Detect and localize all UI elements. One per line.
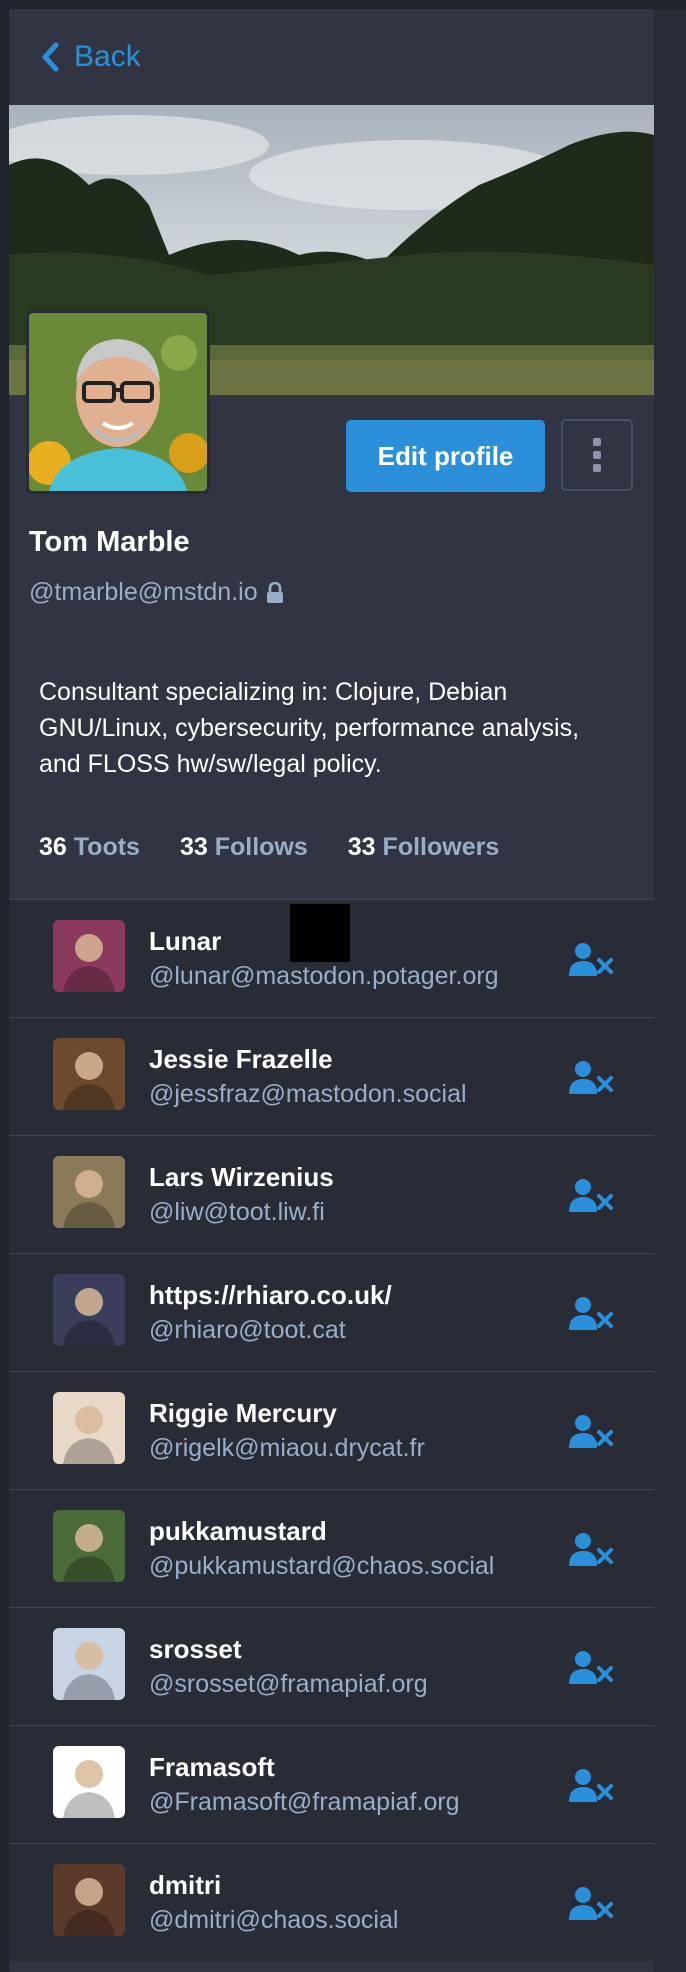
- account-handle: @rhiaro@toot.cat: [149, 1316, 346, 1344]
- list-item[interactable]: srosset @srosset@framapiaf.org: [9, 1607, 654, 1725]
- account-display-name[interactable]: pukkamustard: [149, 1516, 327, 1547]
- account-handle: @lunar@mastodon.potager.org: [149, 962, 499, 990]
- avatar-image: [53, 920, 125, 992]
- account-display-name[interactable]: srosset: [149, 1634, 242, 1665]
- unfollow-icon[interactable]: [569, 1296, 613, 1330]
- followers-value: 33: [347, 833, 376, 861]
- list-item[interactable]: pukkamustard @pukkamustard@chaos.social: [9, 1489, 654, 1607]
- list-item[interactable]: dmitri @dmitri@chaos.social: [9, 1843, 654, 1961]
- redaction-box: [290, 904, 350, 962]
- account-handle: @srosset@framapiaf.org: [149, 1670, 428, 1698]
- follows-count[interactable]: 33 Follows: [180, 833, 308, 862]
- back-button[interactable]: Back: [40, 32, 141, 82]
- more-options-button[interactable]: [561, 419, 633, 491]
- unfollow-icon[interactable]: [569, 1414, 613, 1448]
- avatar-image: [53, 1510, 125, 1582]
- following-list: Lunar @lunar@mastodon.potager.org Jessie F…: [9, 899, 654, 1961]
- avatar-image: [53, 1392, 125, 1464]
- account-handle: @jessfraz@mastodon.social: [149, 1080, 467, 1108]
- profile-avatar[interactable]: [26, 310, 210, 494]
- unfollow-icon[interactable]: [569, 942, 613, 976]
- account-display-name[interactable]: https://rhiaro.co.uk/: [149, 1280, 392, 1311]
- follows-label: Follows: [214, 833, 308, 861]
- list-item[interactable]: Jessie Frazelle @jessfraz@mastodon.social: [9, 1017, 654, 1135]
- account-avatar[interactable]: [53, 1392, 125, 1464]
- kebab-dot-icon: [593, 451, 601, 459]
- followers-label: Followers: [382, 833, 500, 861]
- list-item[interactable]: Riggie Mercury @rigelk@miaou.drycat.fr: [9, 1371, 654, 1489]
- account-avatar[interactable]: [53, 920, 125, 992]
- list-item[interactable]: https://rhiaro.co.uk/ @rhiaro@toot.cat: [9, 1253, 654, 1371]
- account-avatar[interactable]: [53, 1628, 125, 1700]
- toots-count[interactable]: 36 Toots: [39, 833, 140, 862]
- lock-icon: [266, 581, 283, 603]
- avatar-image: [53, 1628, 125, 1700]
- account-handle: @liw@toot.liw.fi: [149, 1198, 325, 1226]
- account-handle: @rigelk@miaou.drycat.fr: [149, 1434, 425, 1462]
- unfollow-icon[interactable]: [569, 1532, 613, 1566]
- account-display-name[interactable]: Lunar: [149, 926, 221, 957]
- unfollow-icon[interactable]: [569, 1060, 613, 1094]
- chevron-left-icon: [42, 42, 59, 72]
- account-handle: @Framasoft@framapiaf.org: [149, 1788, 460, 1816]
- list-item[interactable]: Framasoft @Framasoft@framapiaf.org: [9, 1725, 654, 1843]
- avatar-image: [53, 1038, 125, 1110]
- account-display-name[interactable]: Jessie Frazelle: [149, 1044, 333, 1075]
- profile-counts: 36 Toots 33 Follows 33 Followers: [39, 833, 499, 862]
- account-handle: @tmarble@mstdn.io: [29, 578, 284, 607]
- top-edge: [0, 0, 686, 9]
- account-display-name[interactable]: dmitri: [149, 1870, 221, 1901]
- edit-profile-button[interactable]: Edit profile: [346, 420, 545, 492]
- unfollow-icon[interactable]: [569, 1178, 613, 1212]
- unfollow-icon[interactable]: [569, 1886, 613, 1920]
- unfollow-icon[interactable]: [569, 1768, 613, 1802]
- toots-label: Toots: [73, 833, 140, 861]
- profile-bio: Consultant specializing in: Clojure, Deb…: [39, 678, 580, 778]
- account-display-name[interactable]: Lars Wirzenius: [149, 1162, 334, 1193]
- account-display-name[interactable]: Framasoft: [149, 1752, 275, 1783]
- account-avatar[interactable]: [53, 1274, 125, 1346]
- account-avatar[interactable]: [53, 1038, 125, 1110]
- account-avatar[interactable]: [53, 1864, 125, 1936]
- toots-value: 36: [39, 833, 67, 861]
- account-avatar[interactable]: [53, 1510, 125, 1582]
- list-item[interactable]: Lars Wirzenius @liw@toot.liw.fi: [9, 1135, 654, 1253]
- kebab-dot-icon: [593, 438, 601, 446]
- account-handle: @pukkamustard@chaos.social: [149, 1552, 495, 1580]
- avatar-image: [53, 1746, 125, 1818]
- avatar-image: [53, 1274, 125, 1346]
- account-handle: @dmitri@chaos.social: [149, 1906, 399, 1934]
- kebab-dot-icon: [593, 464, 601, 472]
- avatar-image: [53, 1864, 125, 1936]
- unfollow-icon[interactable]: [569, 1650, 613, 1684]
- account-display-name[interactable]: Riggie Mercury: [149, 1398, 337, 1429]
- back-label: Back: [74, 40, 141, 73]
- followers-count[interactable]: 33 Followers: [348, 833, 499, 862]
- account-handle-text: @tmarble@mstdn.io: [29, 578, 258, 606]
- display-name: Tom Marble: [29, 526, 190, 558]
- avatar-image: [29, 313, 207, 491]
- left-edge: [0, 0, 9, 1972]
- avatar-image: [53, 1156, 125, 1228]
- account-avatar[interactable]: [53, 1156, 125, 1228]
- account-avatar[interactable]: [53, 1746, 125, 1818]
- follows-value: 33: [179, 833, 208, 861]
